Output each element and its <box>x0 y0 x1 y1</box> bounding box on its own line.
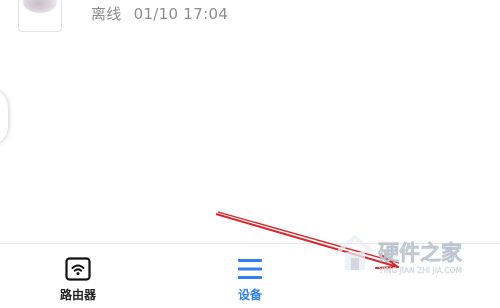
watermark-title: 硬件之家 <box>378 241 463 265</box>
watermark-subtitle: YING JIAN ZHI JIA.COM <box>378 266 462 275</box>
site-watermark: 硬件之家 YING JIAN ZHI JIA.COM <box>337 235 463 275</box>
house-logo-icon <box>337 235 373 270</box>
